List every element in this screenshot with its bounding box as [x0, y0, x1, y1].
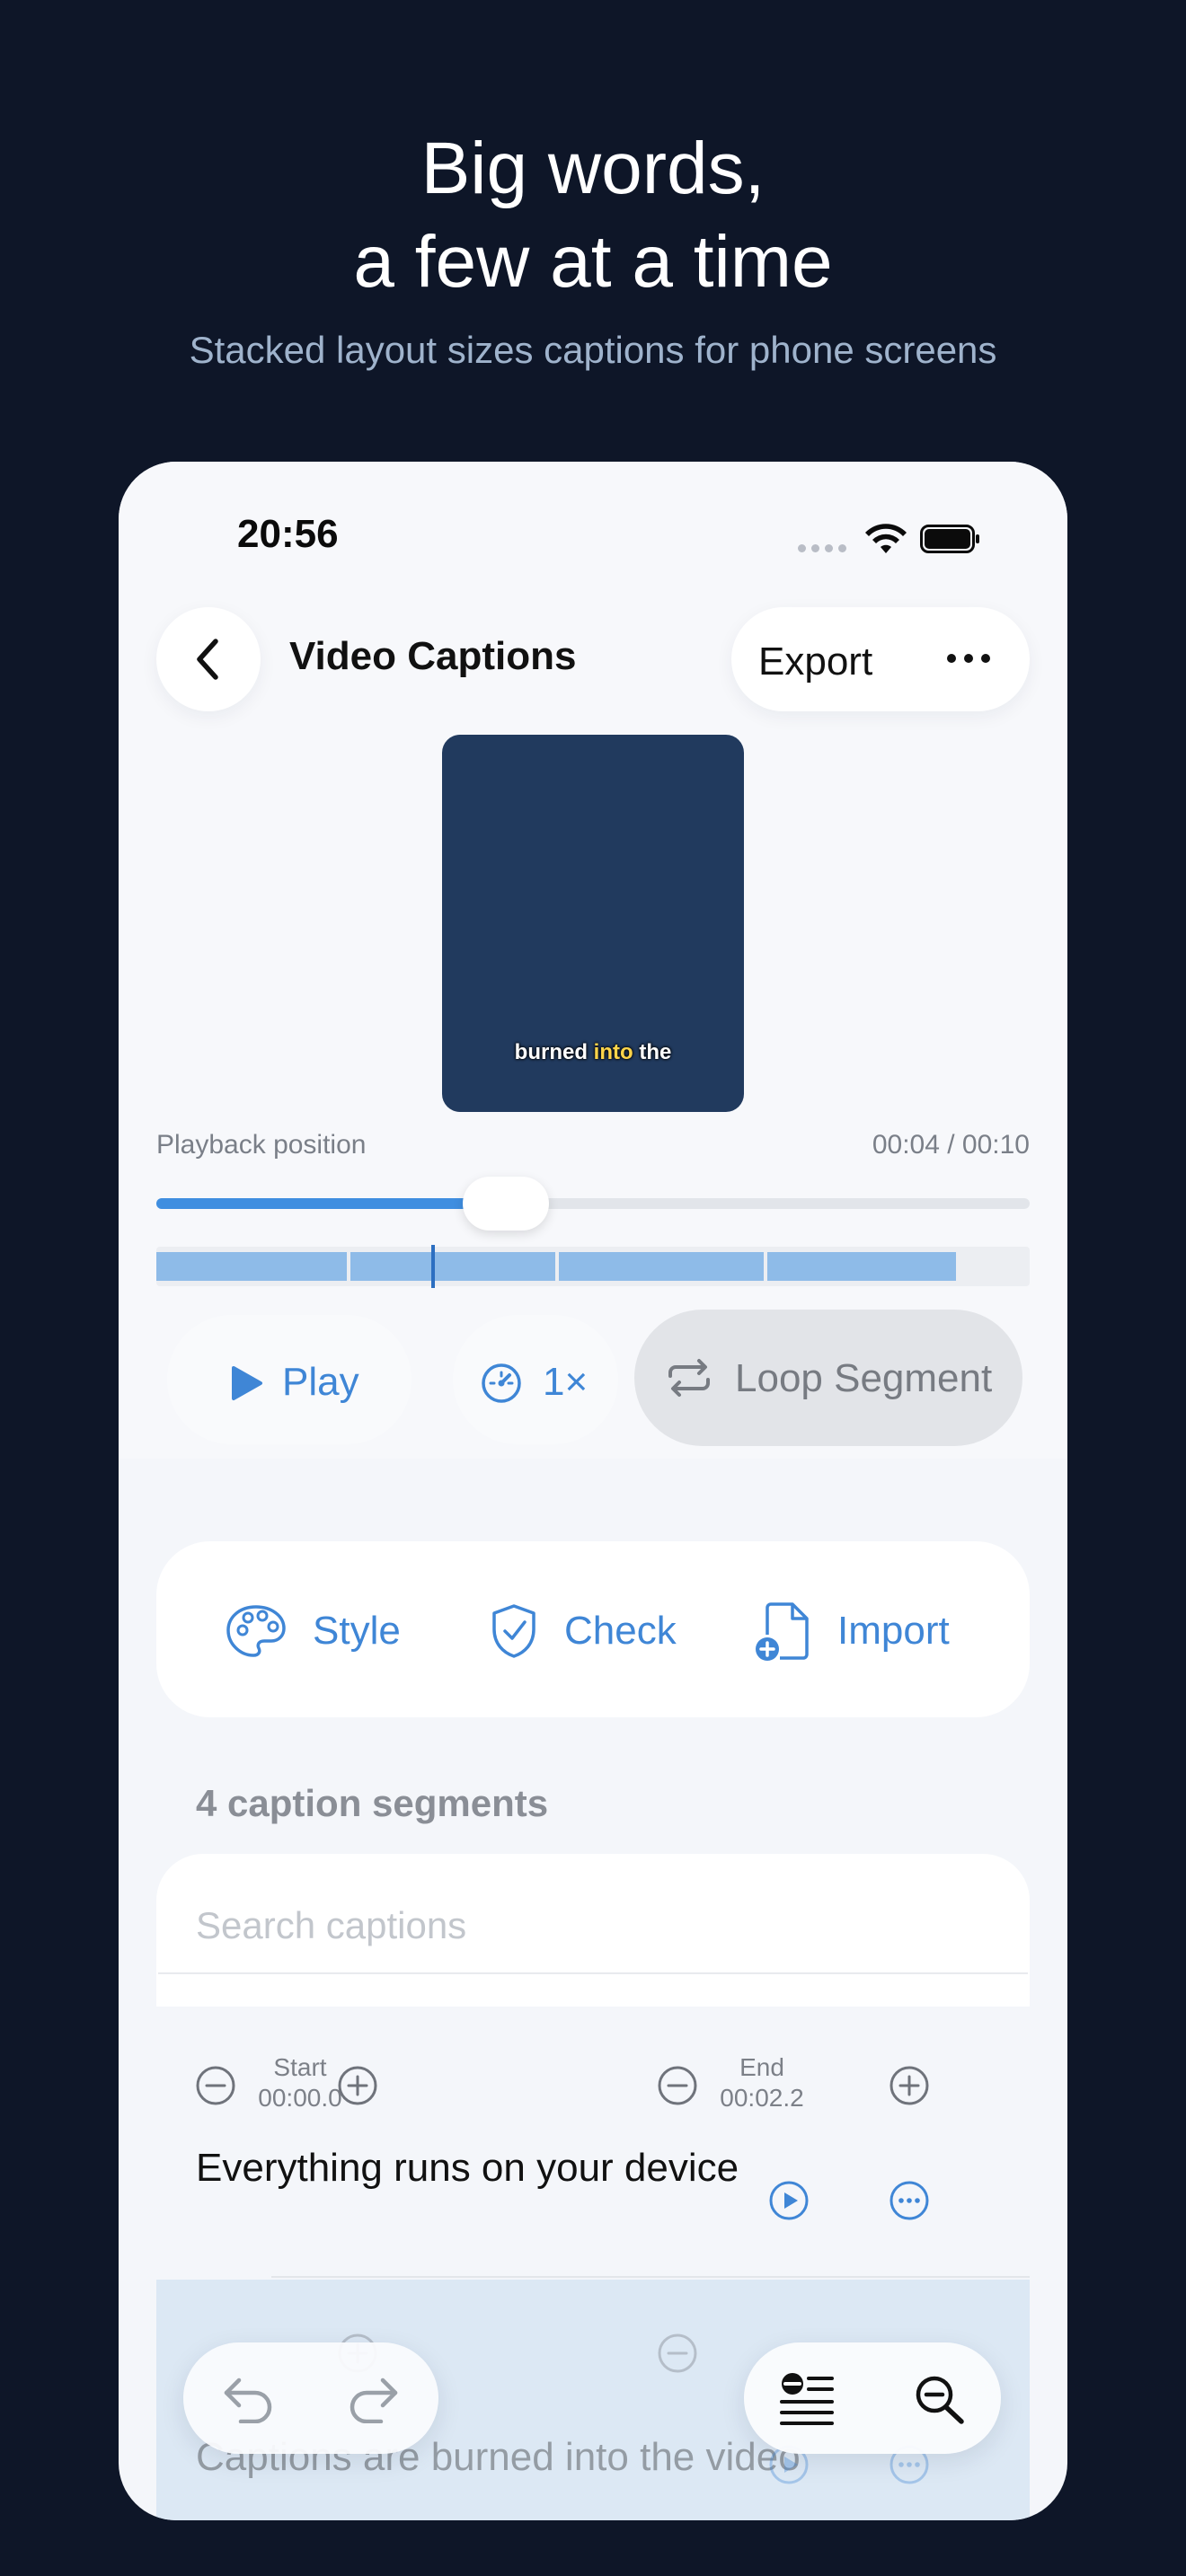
playback-slider-fill — [156, 1198, 506, 1209]
timeline-segment[interactable] — [767, 1252, 956, 1281]
loop-segment-label: Loop Segment — [735, 1356, 993, 1400]
search-input[interactable] — [196, 1899, 987, 1953]
ellipsis-circle-icon[interactable] — [888, 2179, 931, 2222]
search-divider — [158, 1972, 1028, 1974]
timeline-segment[interactable] — [156, 1252, 347, 1281]
undo-redo-pill — [183, 2342, 438, 2454]
export-button[interactable]: Export — [758, 640, 872, 684]
speed-button[interactable]: 1× — [453, 1315, 618, 1444]
playback-slider-thumb[interactable] — [462, 1177, 549, 1231]
caption-text-before: burned — [514, 1040, 594, 1064]
preview-caption: burned into the — [442, 1040, 744, 1065]
hero-subtitle: Stacked layout sizes captions for phone … — [189, 329, 997, 371]
play-label: Play — [282, 1360, 359, 1404]
plus-circle-icon[interactable] — [888, 2064, 931, 2107]
segment-count: 4 caption segments — [196, 1782, 549, 1824]
check-button[interactable]: Check — [489, 1595, 677, 1667]
export-menu-pill: Export — [731, 607, 1030, 711]
playback-time: 00:04 / 00:10 — [872, 1130, 1030, 1160]
caption-text[interactable]: Everything runs on your device — [196, 2143, 771, 2193]
battery-icon — [920, 525, 979, 553]
undo-icon[interactable] — [219, 2373, 277, 2423]
ellipsis-icon[interactable] — [947, 654, 990, 663]
speedometer-icon — [482, 1363, 521, 1403]
minus-circle-icon[interactable] — [656, 2332, 699, 2375]
plus-circle-icon[interactable] — [336, 2064, 379, 2107]
style-label: Style — [313, 1609, 401, 1653]
tools-card: Style Check Import — [156, 1541, 1030, 1717]
import-label: Import — [837, 1609, 950, 1653]
redo-icon[interactable] — [345, 2373, 403, 2423]
style-button[interactable]: Style — [225, 1595, 401, 1667]
search-card — [156, 1854, 1030, 2007]
hero-title-line-1: Big words, — [420, 128, 766, 209]
end-value: 00:02.2 — [720, 2084, 804, 2112]
caption-segment-row[interactable]: Start 00:00.0 End 00:02.2 Everything run… — [156, 2008, 1030, 2274]
phone-screen: 20:56 Video Captions Export burned into … — [119, 462, 1067, 2520]
playback-slider-track[interactable] — [156, 1198, 1030, 1209]
hero-title: Big words, a few at a time — [0, 122, 1186, 309]
timeline-playhead — [431, 1245, 435, 1288]
segment-timeline[interactable] — [156, 1247, 1030, 1286]
back-button[interactable] — [156, 607, 261, 711]
status-time: 20:56 — [237, 512, 339, 556]
timeline-segment[interactable] — [350, 1252, 555, 1281]
end-label: End — [739, 2053, 784, 2081]
view-tools-pill — [744, 2342, 1001, 2454]
hero-title-line-2: a few at a time — [353, 221, 833, 303]
speed-label: 1× — [543, 1360, 589, 1404]
caption-text-after: the — [633, 1040, 672, 1064]
timeline-segment[interactable] — [559, 1252, 764, 1281]
palette-icon — [226, 1605, 286, 1657]
zoom-out-icon[interactable] — [911, 2371, 969, 2425]
loop-segment-button[interactable]: Loop Segment — [634, 1310, 1022, 1446]
shield-check-icon — [492, 1604, 535, 1658]
minus-circle-icon[interactable] — [656, 2064, 699, 2107]
page-title: Video Captions — [289, 634, 577, 678]
play-button[interactable]: Play — [167, 1315, 412, 1444]
play-circle-icon[interactable] — [767, 2179, 810, 2222]
end-time: End 00:02.2 — [699, 2053, 825, 2113]
row-divider — [271, 2276, 1030, 2278]
import-button[interactable]: Import — [753, 1595, 950, 1667]
chevron-left-icon — [197, 639, 218, 680]
signal-icon — [798, 544, 846, 552]
caption-list-icon[interactable] — [778, 2371, 836, 2425]
repeat-icon — [668, 1359, 710, 1397]
document-add-icon — [756, 1602, 809, 1661]
playback-label: Playback position — [156, 1130, 367, 1160]
video-preview[interactable]: burned into the — [442, 735, 744, 1112]
caption-highlighted-word: into — [593, 1040, 633, 1064]
check-label: Check — [564, 1609, 677, 1653]
wifi-icon — [865, 524, 907, 553]
play-icon — [232, 1366, 262, 1400]
minus-circle-icon[interactable] — [194, 2064, 237, 2107]
